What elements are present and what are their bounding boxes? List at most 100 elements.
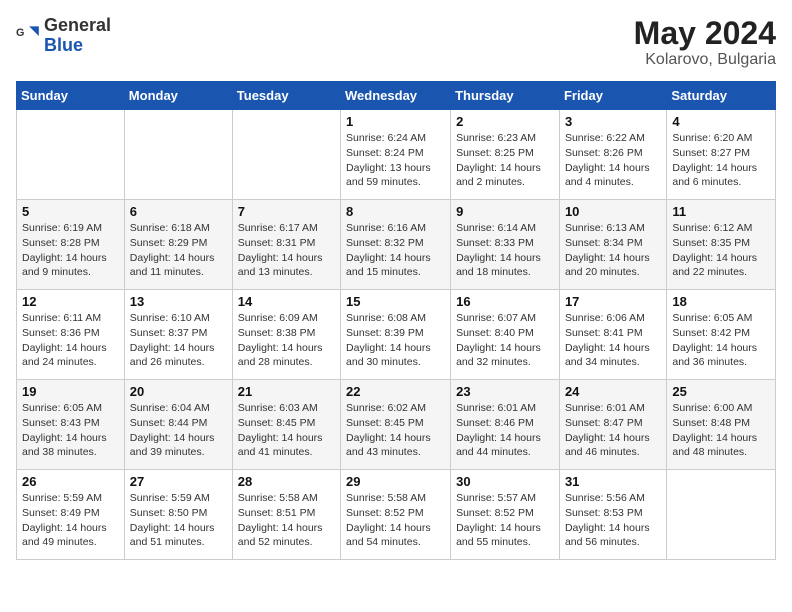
day-info-line: Daylight: 14 hours [456, 342, 541, 354]
day-number: 28 [238, 474, 335, 489]
calendar-week-row: 19Sunrise: 6:05 AMSunset: 8:43 PMDayligh… [17, 380, 776, 470]
day-info-line: and 6 minutes. [672, 176, 741, 188]
day-info-line: and 48 minutes. [672, 446, 747, 458]
day-info: Sunrise: 6:12 AMSunset: 8:35 PMDaylight:… [672, 221, 770, 280]
day-info-line: and 39 minutes. [130, 446, 205, 458]
day-info-line: and 20 minutes. [565, 266, 640, 278]
calendar-cell: 26Sunrise: 5:59 AMSunset: 8:49 PMDayligh… [17, 470, 125, 560]
day-info-line: Sunset: 8:29 PM [130, 237, 208, 249]
day-info-line: Daylight: 14 hours [346, 252, 431, 264]
day-info-line: Sunset: 8:49 PM [22, 507, 100, 519]
calendar-cell: 25 Sunrise: 6:00 AMSunset: 8:48 PMDayligh… [667, 380, 776, 470]
day-info-line: Sunset: 8:35 PM [672, 237, 750, 249]
day-number: 25 [672, 384, 770, 399]
day-number: 26 [22, 474, 119, 489]
calendar-table: SundayMondayTuesdayWednesdayThursdayFrid… [16, 81, 776, 560]
day-info-line: and 59 minutes. [346, 176, 421, 188]
logo-general-text: General [44, 15, 111, 35]
day-info-line: and 24 minutes. [22, 356, 97, 368]
day-info-line: Sunset: 8:43 PM [22, 417, 100, 429]
day-info-line: Daylight: 14 hours [565, 342, 650, 354]
day-info-line: Sunset: 8:26 PM [565, 147, 643, 159]
calendar-cell: 10Sunrise: 6:13 AMSunset: 8:34 PMDayligh… [559, 200, 666, 290]
calendar-week-row: 26 Sunrise: 5:59 AM Sunset: 8:49 PM Dayligh… [17, 470, 776, 560]
day-info-line: Sunrise: 5:57 AM [456, 492, 536, 504]
day-number: 1 [346, 114, 445, 129]
calendar-cell: 19Sunrise: 6:05 AMSunset: 8:43 PMDayligh… [17, 380, 125, 470]
day-info-line: Sunrise: 6:01 AM [565, 402, 645, 414]
calendar-cell: 23Sunrise: 6:01 AMSunset: 8:46 PMDayligh… [451, 380, 560, 470]
day-info-line: Sunrise: 6:13 AM [565, 222, 645, 234]
calendar-cell: 13Sunrise: 6:10 AMSunset: 8:37 PMDayligh… [124, 290, 232, 380]
day-number: 14 [238, 294, 335, 309]
day-info-line: Daylight: 14 hours [346, 432, 431, 444]
day-info-line: Sunset: 8:48 PM [672, 417, 750, 429]
day-info: Sunrise: 6:07 AMSunset: 8:40 PMDaylight:… [456, 311, 554, 370]
day-number: 6 [130, 204, 227, 219]
day-info-line: and 2 minutes. [456, 176, 525, 188]
day-number: 21 [238, 384, 335, 399]
day-number: 31 [565, 474, 661, 489]
day-info: Sunrise: 5:58 AMSunset: 8:51 PMDaylight:… [238, 491, 335, 550]
day-info-line: and 56 minutes. [565, 536, 640, 548]
weekday-header-cell: Monday [124, 82, 232, 110]
day-info-line: Sunrise: 6:22 AM [565, 132, 645, 144]
day-info: Sunrise: 6:08 AMSunset: 8:39 PMDaylight:… [346, 311, 445, 370]
day-info-line: Daylight: 14 hours [22, 432, 107, 444]
day-info-line: and 22 minutes. [672, 266, 747, 278]
day-info-line: Sunset: 8:41 PM [565, 327, 643, 339]
day-info-line: Sunrise: 6:12 AM [672, 222, 752, 234]
day-info-line: and 26 minutes. [130, 356, 205, 368]
title-area: May 2024 Kolarovo, Bulgaria [634, 16, 776, 69]
day-info-line: Sunrise: 6:18 AM [130, 222, 210, 234]
calendar-cell [124, 110, 232, 200]
calendar-cell: 21Sunrise: 6:03 AMSunset: 8:45 PMDayligh… [232, 380, 340, 470]
day-info-line: Daylight: 14 hours [565, 522, 650, 534]
day-info-line: Sunset: 8:25 PM [456, 147, 534, 159]
day-info-line: and 46 minutes. [565, 446, 640, 458]
weekday-header-cell: Wednesday [341, 82, 451, 110]
day-info-line: Sunrise: 5:59 AM [130, 492, 210, 504]
weekday-header-cell: Thursday [451, 82, 560, 110]
day-info-line: Sunset: 8:53 PM [565, 507, 643, 519]
day-info-line: and 4 minutes. [565, 176, 634, 188]
logo-icon: G [16, 24, 40, 48]
day-info-line: and 51 minutes. [130, 536, 205, 548]
day-info-line: Sunrise: 6:02 AM [346, 402, 426, 414]
day-info: Sunrise: 5:58 AMSunset: 8:52 PMDaylight:… [346, 491, 445, 550]
calendar-cell: 24Sunrise: 6:01 AMSunset: 8:47 PMDayligh… [559, 380, 666, 470]
day-info: Sunrise: 6:01 AMSunset: 8:47 PMDaylight:… [565, 401, 661, 460]
logo: G General Blue [16, 16, 111, 56]
day-info: Sunrise: 6:00 AMSunset: 8:48 PMDaylight:… [672, 401, 770, 460]
day-info-line: Sunset: 8:28 PM [22, 237, 100, 249]
calendar-cell: 1Sunrise: 6:24 AMSunset: 8:24 PMDaylight… [341, 110, 451, 200]
day-info-line: Sunset: 8:34 PM [565, 237, 643, 249]
calendar-cell: 16Sunrise: 6:07 AMSunset: 8:40 PMDayligh… [451, 290, 560, 380]
day-info: Sunrise: 5:56 AMSunset: 8:53 PMDaylight:… [565, 491, 661, 550]
calendar-cell: 6Sunrise: 6:18 AMSunset: 8:29 PMDaylight… [124, 200, 232, 290]
calendar-cell: 5Sunrise: 6:19 AMSunset: 8:28 PMDaylight… [17, 200, 125, 290]
day-info: Sunrise: 6:18 AMSunset: 8:29 PMDaylight:… [130, 221, 227, 280]
calendar-cell [17, 110, 125, 200]
day-info-line: Daylight: 14 hours [130, 432, 215, 444]
calendar-cell: 8Sunrise: 6:16 AMSunset: 8:32 PMDaylight… [341, 200, 451, 290]
weekday-header-cell: Tuesday [232, 82, 340, 110]
day-info: Sunrise: 6:19 AMSunset: 8:28 PMDaylight:… [22, 221, 119, 280]
day-number: 12 [22, 294, 119, 309]
day-info-line: Sunrise: 6:03 AM [238, 402, 318, 414]
day-info-line: Daylight: 14 hours [672, 342, 757, 354]
calendar-cell: 29Sunrise: 5:58 AMSunset: 8:52 PMDayligh… [341, 470, 451, 560]
day-number: 7 [238, 204, 335, 219]
day-info-line: Daylight: 14 hours [346, 522, 431, 534]
day-number: 27 [130, 474, 227, 489]
calendar-cell: 9Sunrise: 6:14 AMSunset: 8:33 PMDaylight… [451, 200, 560, 290]
day-info-line: Sunset: 8:31 PM [238, 237, 316, 249]
day-info-line: Sunrise: 6:05 AM [22, 402, 102, 414]
day-info-line: Daylight: 14 hours [672, 162, 757, 174]
day-info: Sunrise: 6:14 AMSunset: 8:33 PMDaylight:… [456, 221, 554, 280]
day-info-line: and 15 minutes. [346, 266, 421, 278]
calendar-cell: 31 Sunrise: 5:56 AMSunset: 8:53 PMDayligh… [559, 470, 666, 560]
calendar-cell: 18Sunrise: 6:05 AMSunset: 8:42 PMDayligh… [667, 290, 776, 380]
day-number: 4 [672, 114, 770, 129]
calendar-cell: 2Sunrise: 6:23 AMSunset: 8:25 PMDaylight… [451, 110, 560, 200]
